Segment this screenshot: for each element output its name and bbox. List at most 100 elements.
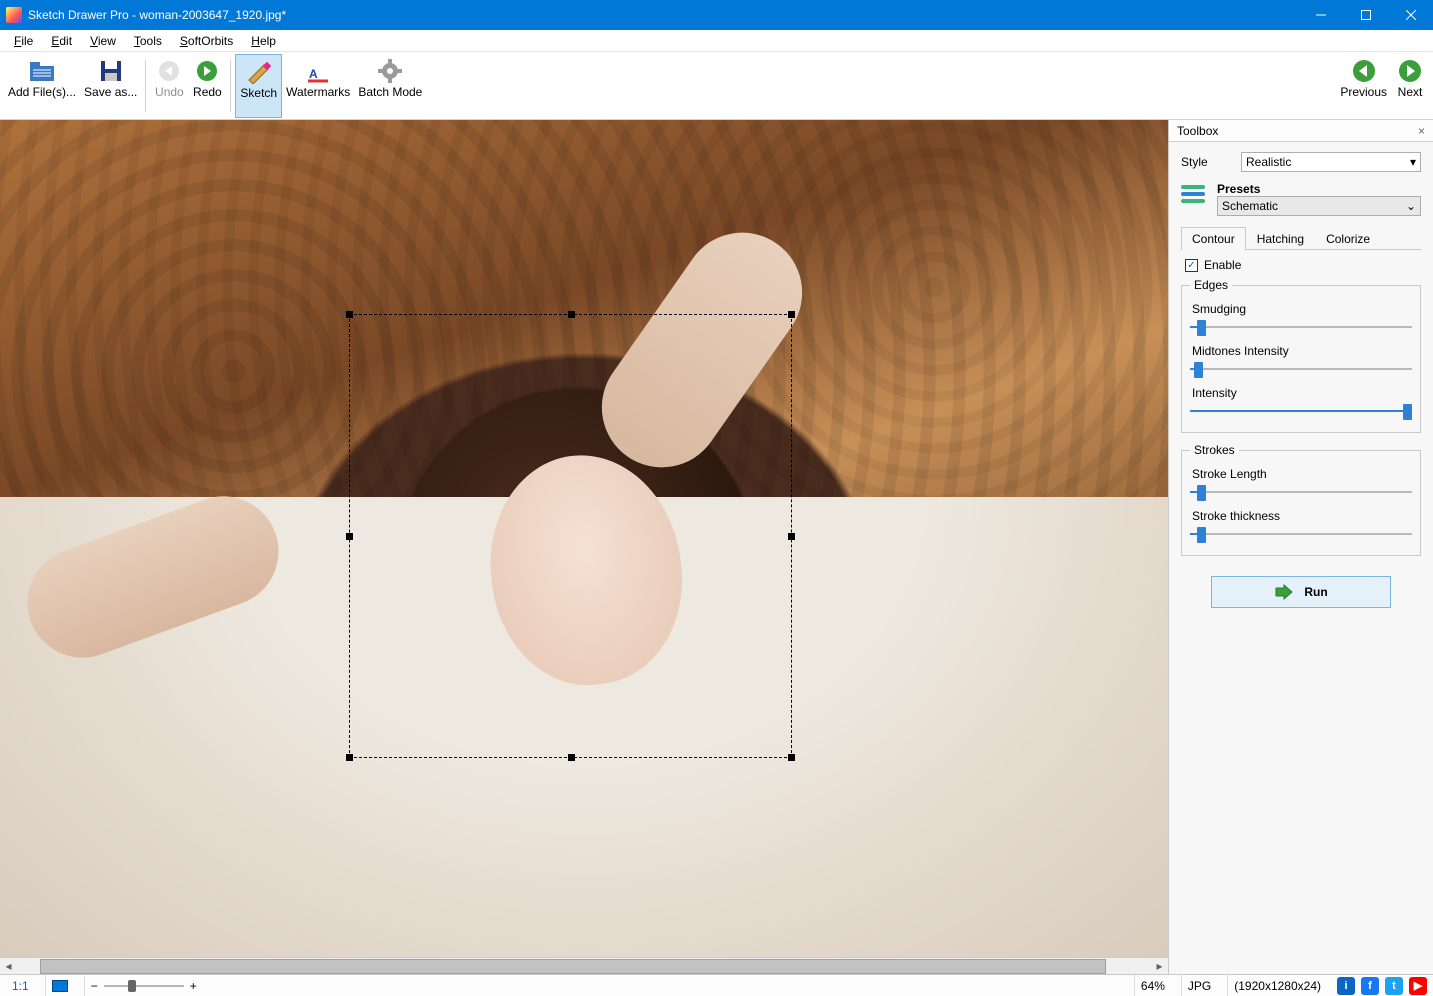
youtube-icon[interactable]: ▶ bbox=[1409, 977, 1427, 995]
batch-mode-button[interactable]: Batch Mode bbox=[354, 54, 426, 118]
chevron-down-icon: ⌄ bbox=[1406, 199, 1416, 213]
checkbox-icon: ✓ bbox=[1185, 259, 1198, 272]
label: Batch Mode bbox=[358, 86, 422, 99]
stroke-length-label: Stroke Length bbox=[1192, 467, 1412, 481]
midtones-slider[interactable] bbox=[1190, 360, 1412, 378]
sketch-icon bbox=[246, 57, 272, 87]
save-as-button[interactable]: Save as... bbox=[80, 54, 141, 118]
toolbox-title: Toolbox bbox=[1177, 124, 1218, 138]
app-icon bbox=[6, 7, 22, 23]
menu-help[interactable]: Help bbox=[243, 32, 284, 50]
toolbox-panel: Toolbox × Style Realistic ▾ Presets Sche… bbox=[1168, 120, 1433, 974]
close-button[interactable] bbox=[1388, 0, 1433, 30]
fit-button[interactable] bbox=[45, 975, 74, 996]
twitter-icon[interactable]: t bbox=[1385, 977, 1403, 995]
menu-edit[interactable]: Edit bbox=[43, 32, 80, 50]
zoom-in-icon[interactable]: + bbox=[190, 979, 197, 993]
window-title: Sketch Drawer Pro - woman-2003647_1920.j… bbox=[28, 8, 286, 22]
ratio-label[interactable]: 1:1 bbox=[6, 975, 35, 996]
toolbox-header: Toolbox × bbox=[1169, 120, 1433, 142]
save-icon bbox=[99, 56, 123, 86]
toolbox-tabs: Contour Hatching Colorize bbox=[1181, 226, 1421, 250]
tab-colorize[interactable]: Colorize bbox=[1315, 227, 1381, 250]
enable-checkbox[interactable]: ✓ Enable bbox=[1185, 258, 1421, 272]
status-bar: 1:1 − + 64% JPG (1920x1280x24) i f t ▶ bbox=[0, 974, 1433, 996]
image-viewport[interactable] bbox=[0, 120, 1168, 957]
smudging-slider[interactable] bbox=[1190, 318, 1412, 336]
label: Previous bbox=[1340, 86, 1387, 99]
canvas-area: ◂ ▸ bbox=[0, 120, 1168, 974]
dimensions-label: (1920x1280x24) bbox=[1227, 975, 1327, 996]
format-label: JPG bbox=[1181, 975, 1217, 996]
next-button[interactable]: Next bbox=[1391, 54, 1429, 118]
label: Next bbox=[1398, 86, 1423, 99]
zoom-control[interactable]: − + bbox=[84, 975, 203, 996]
handle-n[interactable] bbox=[568, 311, 575, 318]
info-icon[interactable]: i bbox=[1337, 977, 1355, 995]
style-label: Style bbox=[1181, 155, 1233, 169]
handle-e[interactable] bbox=[788, 533, 795, 540]
sketch-button[interactable]: Sketch bbox=[235, 54, 282, 118]
stroke-thickness-slider[interactable] bbox=[1190, 525, 1412, 543]
label: Add File(s)... bbox=[8, 86, 76, 99]
handle-s[interactable] bbox=[568, 754, 575, 761]
handle-ne[interactable] bbox=[788, 311, 795, 318]
stroke-length-slider[interactable] bbox=[1190, 483, 1412, 501]
zoom-percent: 64% bbox=[1134, 975, 1171, 996]
handle-nw[interactable] bbox=[346, 311, 353, 318]
edges-group: Edges Smudging Midtones Intensity Intens… bbox=[1181, 278, 1421, 433]
selection-marquee[interactable] bbox=[349, 314, 792, 758]
scrollbar-thumb[interactable] bbox=[40, 959, 1106, 974]
strokes-group: Strokes Stroke Length Stroke thickness bbox=[1181, 443, 1421, 556]
enable-label: Enable bbox=[1204, 258, 1241, 272]
horizontal-scrollbar[interactable]: ◂ ▸ bbox=[0, 957, 1168, 974]
handle-w[interactable] bbox=[346, 533, 353, 540]
watermarks-icon: A bbox=[306, 56, 330, 86]
zoom-slider[interactable] bbox=[104, 985, 184, 987]
arrow-right-icon bbox=[1398, 56, 1422, 86]
undo-button[interactable]: Undo bbox=[150, 54, 188, 118]
intensity-slider[interactable] bbox=[1190, 402, 1412, 420]
zoom-out-icon[interactable]: − bbox=[91, 979, 98, 993]
add-files-button[interactable]: Add File(s)... bbox=[4, 54, 80, 118]
menu-bar: File Edit View Tools SoftOrbits Help bbox=[0, 30, 1433, 52]
presets-icon bbox=[1181, 182, 1205, 206]
watermarks-button[interactable]: A Watermarks bbox=[282, 54, 354, 118]
chevron-down-icon: ▾ bbox=[1410, 155, 1416, 169]
arrow-left-icon bbox=[1352, 56, 1376, 86]
handle-sw[interactable] bbox=[346, 754, 353, 761]
maximize-button[interactable] bbox=[1343, 0, 1388, 30]
folder-icon bbox=[29, 56, 55, 86]
minimize-button[interactable] bbox=[1298, 0, 1343, 30]
run-arrow-icon bbox=[1274, 584, 1294, 600]
menu-softorbits[interactable]: SoftOrbits bbox=[172, 32, 241, 50]
run-button[interactable]: Run bbox=[1211, 576, 1391, 608]
redo-button[interactable]: Redo bbox=[188, 54, 226, 118]
previous-button[interactable]: Previous bbox=[1336, 54, 1391, 118]
menu-file[interactable]: File bbox=[6, 32, 41, 50]
run-label: Run bbox=[1304, 585, 1327, 599]
midtones-label: Midtones Intensity bbox=[1192, 344, 1412, 358]
scroll-right-icon[interactable]: ▸ bbox=[1151, 958, 1168, 975]
label: Undo bbox=[155, 86, 184, 99]
presets-dropdown[interactable]: Schematic ⌄ bbox=[1217, 196, 1421, 216]
undo-icon bbox=[157, 56, 181, 86]
menu-view[interactable]: View bbox=[82, 32, 124, 50]
tab-contour[interactable]: Contour bbox=[1181, 227, 1246, 250]
close-panel-icon[interactable]: × bbox=[1418, 124, 1425, 138]
smudging-label: Smudging bbox=[1192, 302, 1412, 316]
handle-se[interactable] bbox=[788, 754, 795, 761]
tab-hatching[interactable]: Hatching bbox=[1246, 227, 1315, 250]
scroll-left-icon[interactable]: ◂ bbox=[0, 958, 17, 975]
facebook-icon[interactable]: f bbox=[1361, 977, 1379, 995]
label: Redo bbox=[193, 86, 222, 99]
label: Sketch bbox=[240, 87, 277, 100]
toolbar: Add File(s)... Save as... Undo Redo Sket… bbox=[0, 52, 1433, 120]
presets-label: Presets bbox=[1217, 182, 1421, 196]
menu-tools[interactable]: Tools bbox=[126, 32, 170, 50]
style-dropdown[interactable]: Realistic ▾ bbox=[1241, 152, 1421, 172]
redo-icon bbox=[195, 56, 219, 86]
presets-value: Schematic bbox=[1222, 199, 1278, 213]
label: Save as... bbox=[84, 86, 137, 99]
svg-text:A: A bbox=[309, 67, 318, 81]
